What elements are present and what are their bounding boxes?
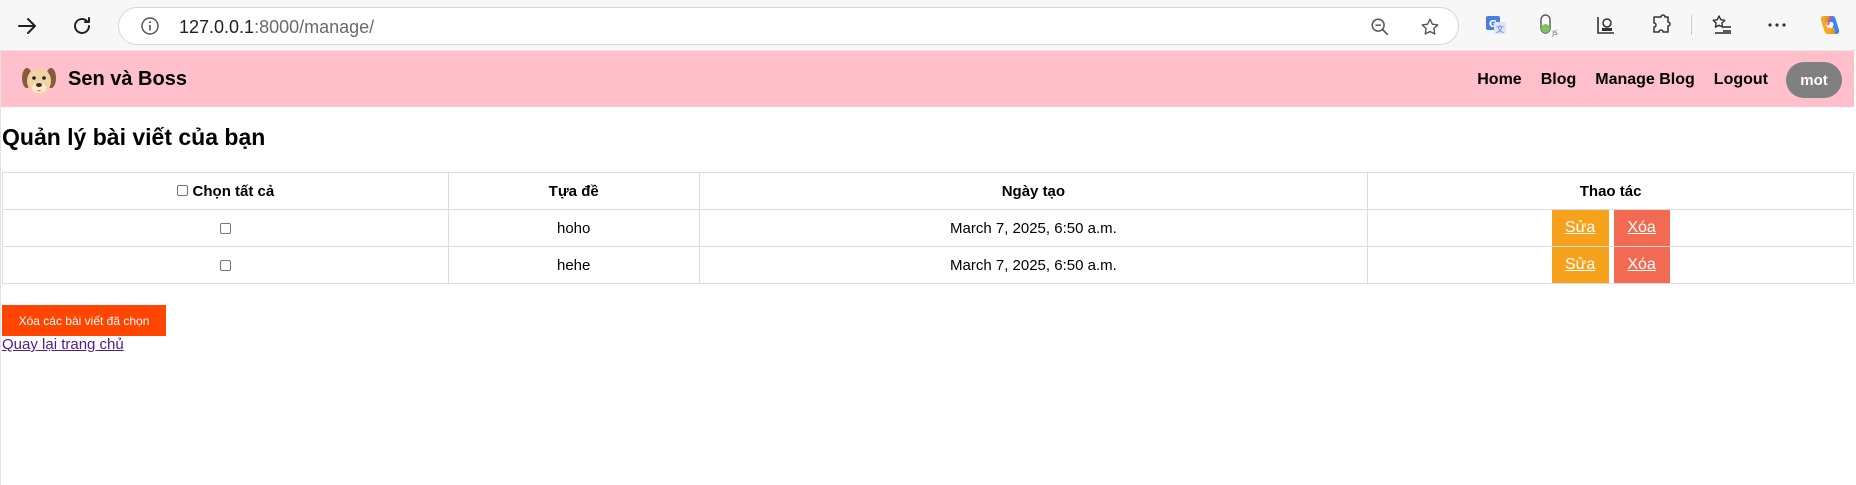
reload-icon[interactable] <box>64 8 100 44</box>
post-title: hoho <box>447 209 700 247</box>
back-home-link[interactable]: Quay lại trang chủ <box>2 336 124 353</box>
more-icon[interactable] <box>1764 12 1790 38</box>
brand-title[interactable]: Sen và Boss <box>68 68 187 91</box>
nav-link-home[interactable]: Home <box>1477 71 1521 89</box>
favorites-list-icon[interactable] <box>1709 12 1735 38</box>
select-all-label: Chọn tất cả <box>192 182 275 200</box>
lab-extension-icon[interactable] <box>1593 12 1619 38</box>
dog-logo-icon[interactable] <box>20 61 58 99</box>
browser-toolbar: 127.0.0.1:8000/manage/ G文 JS <box>0 0 1856 50</box>
nav-link-manage-blog[interactable]: Manage Blog <box>1595 71 1695 89</box>
table-header-row: Chọn tất cả Tựa đề Ngày tạo Thao tác <box>2 172 1854 210</box>
forward-arrow-icon[interactable] <box>9 8 45 44</box>
zoom-out-icon[interactable] <box>1368 15 1392 39</box>
header-select-all: Chọn tất cả <box>2 172 449 210</box>
address-bar[interactable]: 127.0.0.1:8000/manage/ <box>118 7 1459 45</box>
url-host: 127.0.0.1 <box>179 17 255 37</box>
url-text[interactable]: 127.0.0.1:8000/manage/ <box>179 17 374 38</box>
svg-text:JS: JS <box>1551 30 1558 37</box>
post-title: hehe <box>447 246 700 284</box>
nav-link-blog[interactable]: Blog <box>1541 71 1577 89</box>
row-checkbox[interactable] <box>219 223 231 235</box>
post-created: March 7, 2025, 6:50 a.m. <box>698 209 1369 247</box>
info-icon[interactable] <box>140 16 160 36</box>
toolbar-separator <box>1691 15 1692 35</box>
row-select-cell <box>2 209 449 247</box>
copilot-icon[interactable] <box>1817 12 1843 38</box>
navbar-links: Home Blog Manage Blog Logout mot <box>1477 62 1842 98</box>
edit-button[interactable]: Sửa <box>1551 210 1609 246</box>
star-icon[interactable] <box>1418 15 1442 39</box>
page-viewport: Sen và Boss Home Blog Manage Blog Logout… <box>0 50 1856 485</box>
user-avatar[interactable]: mot <box>1786 62 1842 98</box>
translate-extension-icon[interactable]: G文 <box>1483 12 1509 38</box>
posts-table: Chọn tất cả Tựa đề Ngày tạo Thao tác hoh… <box>2 172 1854 284</box>
url-path: :8000/manage/ <box>254 17 375 37</box>
nav-link-logout[interactable]: Logout <box>1714 71 1768 89</box>
select-all-checkbox[interactable] <box>176 184 188 196</box>
delete-selected-button[interactable]: Xóa các bài viết đã chọn <box>2 305 166 336</box>
puzzle-icon[interactable] <box>1648 12 1674 38</box>
table-row: hehe March 7, 2025, 6:50 a.m. Sửa Xóa <box>2 246 1854 284</box>
row-actions: Sửa Xóa <box>1367 209 1854 247</box>
post-created: March 7, 2025, 6:50 a.m. <box>698 246 1369 284</box>
row-actions: Sửa Xóa <box>1367 246 1854 284</box>
delete-button[interactable]: Xóa <box>1613 247 1670 283</box>
site-navbar: Sen và Boss Home Blog Manage Blog Logout… <box>1 51 1854 107</box>
row-select-cell <box>2 246 449 284</box>
row-checkbox[interactable] <box>219 260 231 272</box>
delete-button[interactable]: Xóa <box>1613 210 1670 246</box>
table-row: hoho March 7, 2025, 6:50 a.m. Sửa Xóa <box>2 209 1854 247</box>
header-actions: Thao tác <box>1367 172 1854 210</box>
js-extension-icon[interactable]: JS <box>1535 12 1561 38</box>
page-title: Quản lý bài viết của bạn <box>2 124 266 150</box>
header-created: Ngày tạo <box>698 172 1369 210</box>
edit-button[interactable]: Sửa <box>1551 247 1609 283</box>
header-title: Tựa đề <box>447 172 700 210</box>
svg-text:文: 文 <box>1496 24 1504 34</box>
